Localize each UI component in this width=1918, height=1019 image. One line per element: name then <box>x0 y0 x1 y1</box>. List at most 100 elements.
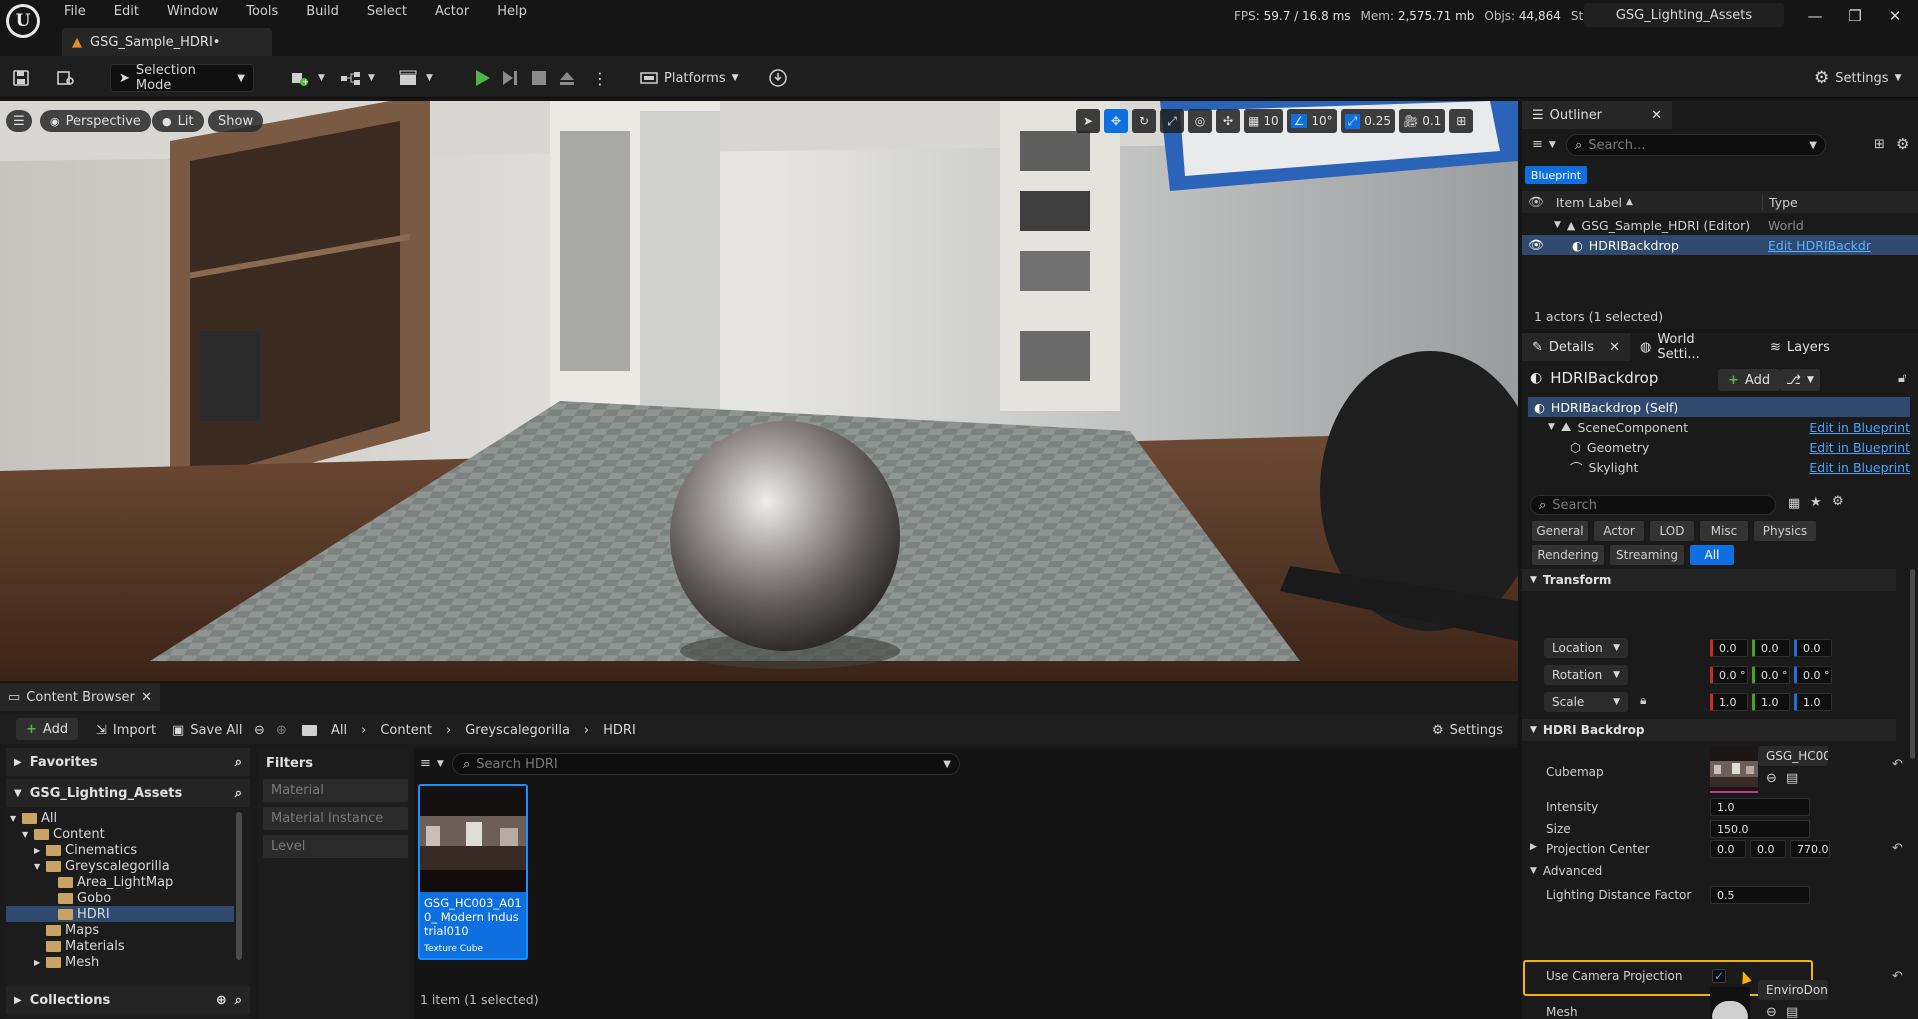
filter-material[interactable]: Material <box>263 779 408 802</box>
history-forward-icon[interactable]: ⊕ <box>276 720 287 740</box>
chevron-right-icon[interactable]: ▶ <box>34 958 42 967</box>
use-selected-icon[interactable]: ⊖ <box>1766 771 1777 786</box>
asset-tile[interactable]: GSG_HC003_A010_ Modern Industrial010 Tex… <box>418 784 528 960</box>
scale-x-field[interactable]: 1.0 <box>1710 693 1748 711</box>
add-folder-icon[interactable]: ⊞ <box>1874 137 1885 152</box>
use-selected-icon[interactable]: ⊖ <box>1766 1005 1777 1019</box>
maximize-button[interactable]: ❐ <box>1835 0 1875 32</box>
chevron-down-icon[interactable]: ▼ <box>10 814 18 823</box>
item-label-header[interactable]: Item Label <box>1556 195 1622 210</box>
chevron-right-icon[interactable]: ▶ <box>1530 842 1537 852</box>
blueprint-filter-chip[interactable]: Blueprint <box>1525 166 1587 184</box>
filter-material-instance[interactable]: Material Instance <box>263 807 408 830</box>
add-collection-icon[interactable]: ⊕ <box>216 993 227 1008</box>
asset-search-input[interactable]: ⌕ Search HDRI ▼ <box>452 753 960 775</box>
save-icon[interactable] <box>12 64 30 92</box>
advance-frame-icon[interactable] <box>500 64 520 92</box>
add-button[interactable]: + Add <box>16 718 79 740</box>
details-tab[interactable]: ✎ Details ✕ <box>1522 333 1630 361</box>
outliner-search-input[interactable]: ⌕ Search... ▼ <box>1566 134 1826 156</box>
component-row-geometry[interactable]: ⬡ Geometry Edit in Blueprint <box>1528 437 1910 457</box>
folder-tree-item[interactable]: ▼ All <box>6 810 234 826</box>
size-field[interactable]: 150.0 <box>1710 820 1810 838</box>
chevron-down-icon[interactable]: ▼ <box>34 862 42 871</box>
breadcrumb-greyscalegorilla[interactable]: Greyscalegorilla <box>465 723 570 738</box>
location-dropdown[interactable]: Location ▼ <box>1544 638 1628 658</box>
reset-to-default-icon[interactable]: ↶ <box>1892 841 1903 856</box>
browse-asset-icon[interactable]: ▤ <box>1786 771 1798 786</box>
rotation-z-field[interactable]: 0.0 ° <box>1794 666 1832 684</box>
edit-in-blueprint-link[interactable]: Edit in Blueprint <box>1809 420 1910 435</box>
browse-icon[interactable] <box>56 64 76 92</box>
viewport-options-button[interactable]: ☰ <box>6 110 32 132</box>
import-button[interactable]: ⇲ Import <box>96 720 156 740</box>
rotation-y-field[interactable]: 0.0 ° <box>1752 666 1790 684</box>
type-header[interactable]: Type <box>1762 194 1798 210</box>
settings-dropdown[interactable]: ⚙ Settings ▼ <box>1814 64 1902 92</box>
hdribackdrop-row-type[interactable]: Edit HDRIBackdr <box>1768 238 1871 253</box>
camera-speed-button[interactable]: 🎥︎ 0.1 <box>1399 109 1446 133</box>
search-icon[interactable]: ⌕ <box>235 993 242 1008</box>
scale-snap-button[interactable]: ⤢ 0.25 <box>1340 109 1395 133</box>
search-icon[interactable]: ⌕ <box>235 755 242 770</box>
outliner-tab[interactable]: ☰ Outliner ✕ <box>1522 101 1672 129</box>
category-misc[interactable]: Misc <box>1700 521 1748 541</box>
eye-icon[interactable]: 👁︎ <box>1528 237 1544 253</box>
favorites-header[interactable]: ▶ Favorites ⌕ <box>6 748 250 776</box>
world-settings-tab[interactable]: ◍ World Setti... <box>1630 332 1750 362</box>
projection-center-y-field[interactable]: 0.0 <box>1750 840 1786 858</box>
folder-tree-item[interactable]: ▼ Greyscalegorilla <box>6 858 234 874</box>
component-row-self[interactable]: ◐ HDRIBackdrop (Self) <box>1528 397 1910 417</box>
add-component-button[interactable]: + Add <box>1718 369 1781 391</box>
expand-icon[interactable]: ▼ <box>1554 220 1561 230</box>
outliner-filter-dropdown[interactable]: ≡ ▼ <box>1532 137 1556 152</box>
view-mode-button[interactable]: ● Lit <box>152 110 204 132</box>
gear-icon[interactable]: ⚙ <box>1832 494 1844 509</box>
menu-tools[interactable]: Tools <box>246 2 278 22</box>
details-search-input[interactable]: ⌕ Search <box>1530 495 1776 515</box>
folder-tree-item[interactable]: ▶ Mesh <box>6 954 234 970</box>
lock-icon[interactable]: 🔓︎ <box>1898 371 1906 386</box>
component-row-skylight[interactable]: ⌒ Skylight Edit in Blueprint <box>1528 457 1910 477</box>
translate-tool-icon[interactable]: ✥ <box>1104 109 1128 133</box>
reset-to-default-icon[interactable]: ↶ <box>1892 969 1903 984</box>
rotate-tool-icon[interactable]: ↻ <box>1132 109 1156 133</box>
intensity-field[interactable]: 1.0 <box>1710 798 1810 816</box>
cinematics-icon[interactable]: ▼ <box>398 64 433 92</box>
save-all-button[interactable]: ▣ Save All <box>172 720 242 740</box>
lighting-distance-factor-field[interactable]: 0.5 <box>1710 886 1810 904</box>
close-window-button[interactable]: ✕ <box>1875 0 1915 32</box>
breadcrumb-hdri[interactable]: HDRI <box>603 723 636 738</box>
rotation-snap-button[interactable]: ∠ 10° <box>1286 109 1337 133</box>
source-control-icon[interactable] <box>768 64 788 92</box>
show-button[interactable]: Show <box>208 110 264 132</box>
reset-to-default-icon[interactable]: ↶ <box>1892 757 1903 772</box>
layers-tab[interactable]: ≋ Layers <box>1760 333 1840 361</box>
add-actor-icon[interactable]: + ▼ <box>290 64 325 92</box>
tree-scrollbar[interactable] <box>236 812 242 960</box>
blueprint-options-dropdown[interactable]: ⎇ ▼ <box>1780 369 1820 391</box>
menu-file[interactable]: File <box>64 2 86 22</box>
folder-tree-item[interactable]: Area_LightMap <box>6 874 234 890</box>
gear-icon[interactable]: ⚙ <box>1896 135 1909 153</box>
search-icon[interactable]: ⌕ <box>235 786 242 801</box>
folder-tree-item[interactable]: ▼ Content <box>6 826 234 842</box>
menu-window[interactable]: Window <box>167 2 218 22</box>
select-tool-icon[interactable]: ➤ <box>1076 109 1100 133</box>
use-camera-projection-checkbox[interactable]: ✓ <box>1712 969 1726 983</box>
close-icon[interactable]: ✕ <box>1609 340 1620 355</box>
platforms-dropdown[interactable]: Platforms ▼ <box>640 64 739 92</box>
category-all[interactable]: All <box>1690 545 1734 565</box>
component-row-scene[interactable]: ▼ ⛰︎ SceneComponent Edit in Blueprint <box>1528 417 1910 437</box>
content-settings-button[interactable]: ⚙ Settings <box>1432 720 1503 740</box>
coordinate-system-icon[interactable]: ◎ <box>1188 109 1212 133</box>
more-options-icon[interactable]: ⋮ <box>592 64 608 92</box>
scale-dropdown[interactable]: Scale ▼ <box>1544 692 1628 712</box>
scale-z-field[interactable]: 1.0 <box>1794 693 1832 711</box>
menu-actor[interactable]: Actor <box>435 2 469 22</box>
expand-icon[interactable]: ▼ <box>1548 422 1555 432</box>
viewport-scene[interactable] <box>0 101 1518 681</box>
chevron-down-icon[interactable]: ▼ <box>22 830 30 839</box>
grid-snap-button[interactable]: ▦ 10 <box>1244 109 1283 133</box>
perspective-button[interactable]: ◉ Perspective <box>40 110 151 132</box>
